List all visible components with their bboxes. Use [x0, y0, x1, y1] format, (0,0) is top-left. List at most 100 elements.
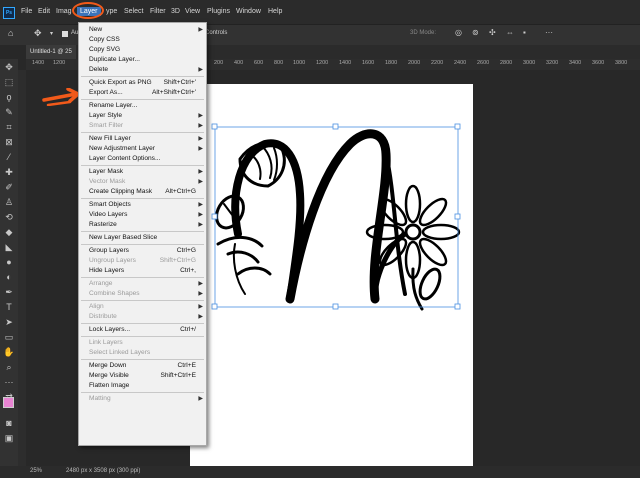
document-info[interactable]: 2480 px x 3508 px (300 ppi) — [66, 468, 140, 474]
zoom-level[interactable]: 25% — [30, 468, 42, 474]
menu-item-label: Layer Content Options... — [89, 155, 161, 162]
menu-3d[interactable]: 3D — [171, 8, 180, 15]
menu-item-layer-style[interactable]: Layer Style ▶ — [79, 111, 206, 121]
menu-item-flatten-image[interactable]: Flatten Image — [79, 381, 206, 391]
submenu-arrow-icon: ▶ — [198, 67, 203, 73]
menu-item-label: Rename Layer... — [89, 102, 138, 109]
path-select-tool-icon[interactable]: ➤ — [3, 316, 15, 328]
extras-icon[interactable]: ··· — [545, 28, 553, 37]
move-tool-icon[interactable]: ✥ — [3, 61, 15, 73]
auto-select-checkbox[interactable] — [62, 31, 68, 37]
menu-item-label: Copy CSS — [89, 36, 120, 43]
menu-item-select-linked-layers: Select Linked Layers — [79, 348, 206, 358]
menu-item-group-layers[interactable]: Group Layers Ctrl+G — [79, 246, 206, 256]
menu-item-layer-mask[interactable]: Layer Mask ▶ — [79, 167, 206, 177]
move-tool-icon[interactable]: ✥ — [34, 28, 42, 39]
menu-item-quick-export-as-png[interactable]: Quick Export as PNG Shift+Ctrl+' — [79, 78, 206, 88]
letter-m-floral-artwork[interactable] — [190, 84, 473, 466]
brush-tool-icon[interactable]: ✐ — [3, 181, 15, 193]
paint-bucket-tool-icon[interactable]: ◣ — [3, 241, 15, 253]
lasso-tool-icon[interactable]: ϙ — [3, 91, 15, 103]
menu-window[interactable]: Window — [236, 8, 261, 15]
menu-image[interactable]: Imag — [56, 8, 72, 15]
menu-item-new-adjustment-layer[interactable]: New Adjustment Layer ▶ — [79, 144, 206, 154]
layer-menu-dropdown: New ▶ Copy CSS Copy SVG Duplicate Layer... De… — [78, 22, 207, 446]
menu-item-shortcut: Shift+Ctrl+' — [163, 79, 196, 86]
menu-item-merge-down[interactable]: Merge Down Ctrl+E — [79, 361, 206, 371]
menu-filter[interactable]: Filter — [150, 8, 166, 15]
menu-item-distribute: Distribute ▶ — [79, 312, 206, 322]
menu-item-link-layers: Link Layers — [79, 338, 206, 348]
zoom-tool-icon[interactable]: ⌕ — [3, 361, 15, 373]
menu-item-copy-svg[interactable]: Copy SVG — [79, 45, 206, 55]
menu-separator — [81, 323, 204, 324]
menu-item-label: Smart Filter — [89, 122, 124, 129]
type-tool-icon[interactable]: T — [3, 301, 15, 313]
menu-item-hide-layers[interactable]: Hide Layers Ctrl+, — [79, 266, 206, 276]
menu-item-label: Merge Visible — [89, 372, 129, 379]
menu-plugins[interactable]: Plugins — [207, 8, 230, 15]
menu-view[interactable]: View — [185, 8, 200, 15]
menu-help[interactable]: Help — [268, 8, 282, 15]
hand-tool-icon[interactable]: ✋ — [3, 346, 15, 358]
frame-tool-icon[interactable]: ⊠ — [3, 136, 15, 148]
menu-item-label: Arrange — [89, 280, 113, 287]
home-icon[interactable]: ⌂ — [8, 28, 13, 38]
roll-3d-icon[interactable]: ⊚ — [472, 28, 479, 37]
menu-item-lock-layers[interactable]: Lock Layers... Ctrl+/ — [79, 325, 206, 335]
annotation-arrow-icon — [42, 88, 80, 106]
history-brush-tool-icon[interactable]: ⟲ — [3, 211, 15, 223]
menu-separator — [81, 99, 204, 100]
menu-item-export-as[interactable]: Export As... Alt+Shift+Ctrl+' — [79, 88, 206, 98]
menu-edit[interactable]: Edit — [38, 8, 50, 15]
menu-item-new-fill-layer[interactable]: New Fill Layer ▶ — [79, 134, 206, 144]
clone-stamp-tool-icon[interactable]: ♙ — [3, 196, 15, 208]
menu-item-rasterize[interactable]: Rasterize ▶ — [79, 220, 206, 230]
menu-item-new[interactable]: New ▶ — [79, 25, 206, 35]
menu-item-video-layers[interactable]: Video Layers ▶ — [79, 210, 206, 220]
photoshop-logo-icon[interactable]: Ps — [3, 7, 15, 19]
dodge-tool-icon[interactable]: ◐ — [3, 271, 15, 283]
chevron-down-icon[interactable]: ▾ — [50, 30, 53, 37]
menu-separator — [81, 392, 204, 393]
document-tab[interactable]: Untitled-1 @ 25 — [26, 45, 76, 59]
menu-select[interactable]: Select — [124, 8, 143, 15]
document-canvas[interactable] — [190, 84, 473, 466]
menu-item-duplicate-layer[interactable]: Duplicate Layer... — [79, 55, 206, 65]
menu-item-shortcut: Alt+Ctrl+G — [165, 188, 196, 195]
menu-file[interactable]: File — [21, 8, 32, 15]
scale-3d-icon[interactable]: ▪ — [523, 28, 526, 37]
menu-item-layer-content-options[interactable]: Layer Content Options... — [79, 154, 206, 164]
menu-item-create-clipping-mask[interactable]: Create Clipping Mask Alt+Ctrl+G — [79, 187, 206, 197]
menu-item-merge-visible[interactable]: Merge Visible Shift+Ctrl+E — [79, 371, 206, 381]
marquee-tool-icon[interactable]: ⬚ — [3, 76, 15, 88]
menu-item-rename-layer[interactable]: Rename Layer... — [79, 101, 206, 111]
rectangle-tool-icon[interactable]: ▭ — [3, 331, 15, 343]
orbit-3d-icon[interactable]: ◎ — [455, 28, 462, 37]
crop-tool-icon[interactable]: ⌗ — [3, 121, 15, 133]
quick-select-tool-icon[interactable]: ✎ — [3, 106, 15, 118]
menu-item-shortcut: Shift+Ctrl+G — [159, 257, 196, 264]
menu-item-copy-css[interactable]: Copy CSS — [79, 35, 206, 45]
quick-mask-icon[interactable]: ◙ — [3, 417, 15, 429]
blur-tool-icon[interactable]: ● — [3, 256, 15, 268]
foreground-color-swatch[interactable] — [3, 397, 14, 408]
menu-item-delete[interactable]: Delete ▶ — [79, 65, 206, 75]
submenu-arrow-icon: ▶ — [198, 396, 203, 402]
healing-brush-tool-icon[interactable]: ✚ — [3, 166, 15, 178]
eraser-tool-icon[interactable]: ◆ — [3, 226, 15, 238]
pen-tool-icon[interactable]: ✒ — [3, 286, 15, 298]
submenu-arrow-icon: ▶ — [198, 136, 203, 142]
screen-mode-icon[interactable]: ▣ — [3, 432, 15, 444]
menu-item-smart-objects[interactable]: Smart Objects ▶ — [79, 200, 206, 210]
menu-item-shortcut: Ctrl+/ — [180, 326, 196, 333]
menu-item-combine-shapes: Combine Shapes ▶ — [79, 289, 206, 299]
extra-tools-icon[interactable]: ··· — [3, 376, 15, 388]
pan-3d-icon[interactable]: ✣ — [489, 28, 496, 37]
eyedropper-tool-icon[interactable]: ⁄ — [3, 151, 15, 163]
menu-item-new-layer-based-slice[interactable]: New Layer Based Slice — [79, 233, 206, 243]
menu-item-ungroup-layers: Ungroup Layers Shift+Ctrl+G — [79, 256, 206, 266]
menu-separator — [81, 277, 204, 278]
menu-type[interactable]: ype — [106, 8, 117, 15]
slide-3d-icon[interactable]: ⇔ — [506, 28, 514, 37]
